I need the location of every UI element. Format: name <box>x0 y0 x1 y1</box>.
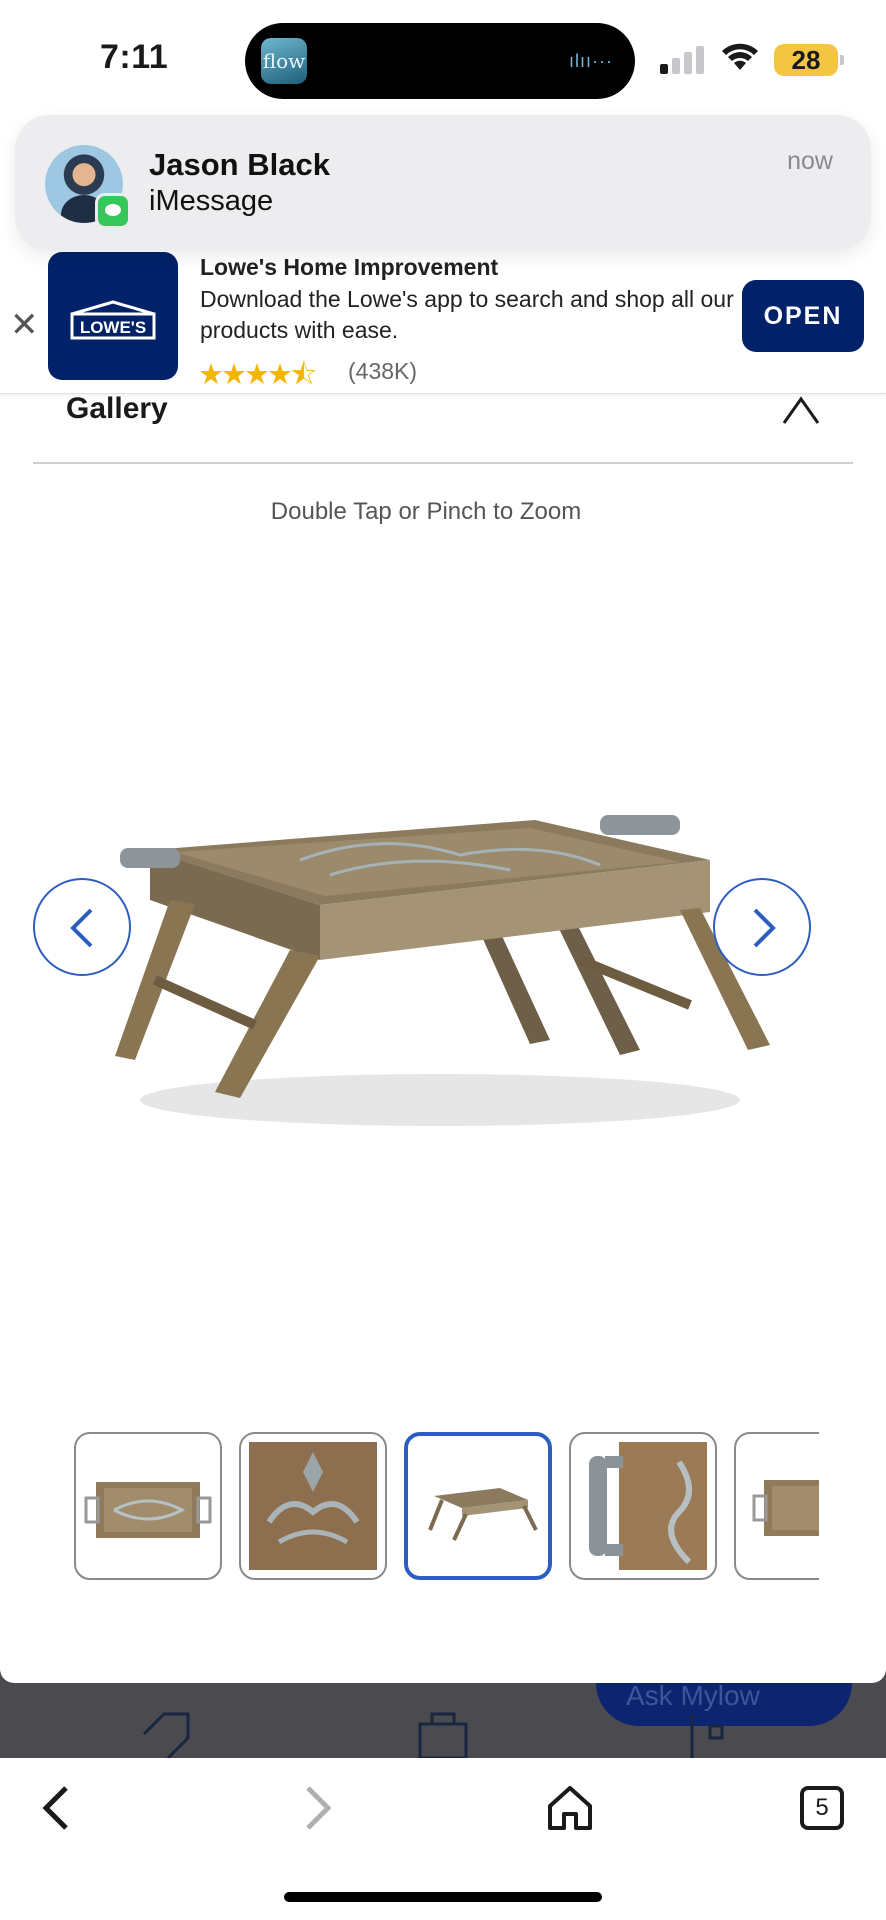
banner-app-title: Lowe's Home Improvement <box>200 254 499 280</box>
tag-icon[interactable] <box>138 1710 198 1758</box>
messages-app-icon <box>95 193 131 229</box>
chevron-left-icon <box>70 908 93 948</box>
thumbnail-tray-top[interactable] <box>74 1432 222 1580</box>
audio-wave-icon: ılıı··· <box>569 51 613 71</box>
rating-count: (438K) <box>348 358 418 384</box>
banner-description: Download the Lowe's app to search and sh… <box>200 286 734 343</box>
notification-app-name: iMessage <box>149 185 274 217</box>
store-icon[interactable] <box>686 1710 740 1758</box>
product-image[interactable] <box>80 800 780 1140</box>
rating-stars-icon: ★★★★⯪ <box>198 359 318 391</box>
thumbnail-tray-with-legs[interactable] <box>404 1432 552 1580</box>
home-indicator[interactable] <box>284 1892 602 1902</box>
previous-image-button[interactable] <box>33 878 131 976</box>
gallery-sheet: Gallery Double Tap or Pinch to Zoom <box>0 380 886 1683</box>
zoom-hint: Double Tap or Pinch to Zoom <box>270 498 582 525</box>
back-icon[interactable] <box>28 1778 88 1838</box>
thumbnail-inlay-detail[interactable] <box>239 1432 387 1580</box>
tabs-button[interactable]: 5 <box>800 1786 844 1830</box>
divider <box>33 462 853 464</box>
cellular-signal-icon <box>660 46 706 74</box>
ask-mylow-label: Ask Mylow <box>626 1680 760 1711</box>
gallery-title: Gallery <box>66 392 168 425</box>
imessage-notification[interactable]: Jason Black iMessage now <box>15 115 871 251</box>
dynamic-island[interactable]: flow ılıı··· <box>245 23 635 99</box>
home-icon[interactable] <box>540 1778 600 1838</box>
next-image-button[interactable] <box>713 878 811 976</box>
screen: 7:11 flow ılıı··· 28 Jason Black iMessag… <box>0 0 886 1920</box>
battery-indicator: 28 <box>774 44 844 76</box>
clock: 7:11 <box>100 38 169 76</box>
lowes-logo: LOWE'S <box>48 252 178 380</box>
notification-time: now <box>787 147 833 175</box>
forward-icon[interactable] <box>286 1778 346 1838</box>
wifi-icon <box>722 43 758 70</box>
thumbnail-handle-detail[interactable] <box>569 1432 717 1580</box>
cart-icon[interactable] <box>416 1710 470 1758</box>
thumbnail-tray-partial[interactable] <box>734 1432 819 1580</box>
smart-app-banner: ✕ LOWE'S Lowe's Home Improvement Downloa… <box>0 238 886 394</box>
status-bar: 7:11 flow ılıı··· 28 <box>0 0 886 115</box>
notification-sender: Jason Black <box>149 147 330 182</box>
tabs-count: 5 <box>815 1794 829 1821</box>
thumbnail-strip[interactable] <box>74 1432 819 1582</box>
flow-app-icon: flow <box>261 38 307 84</box>
open-app-button[interactable]: OPEN <box>742 280 864 352</box>
chevron-right-icon <box>753 908 776 948</box>
close-banner-icon[interactable]: ✕ <box>10 308 39 342</box>
svg-text:LOWE'S: LOWE'S <box>80 318 146 337</box>
